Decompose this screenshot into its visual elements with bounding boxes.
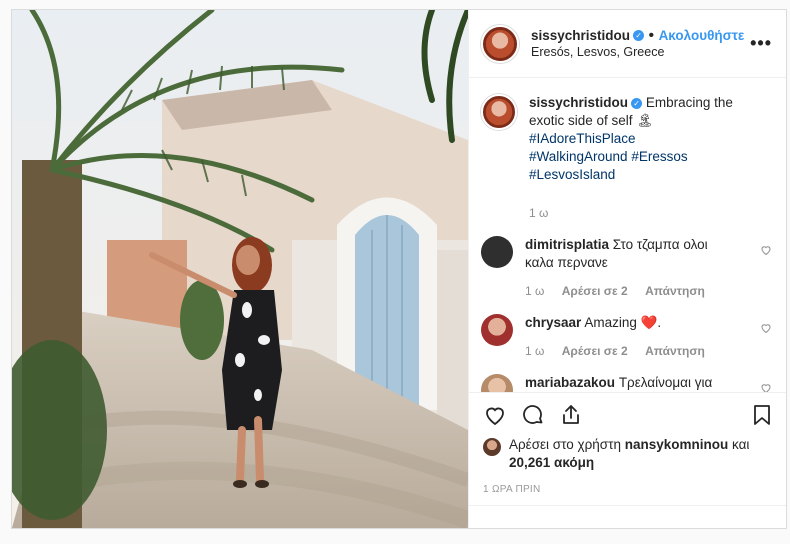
commenter-username[interactable]: chrysaar [525,315,581,330]
post-header: sissychristidou ✓ • Ακολουθήστε Eresós, L… [469,10,786,78]
caption-meta: 1 ω [529,204,734,222]
red-heart-emoji-icon: ❤️ [640,315,658,330]
comment-body: chrysaar Amazing ❤️. 1 ω Αρέσει σε 2 Απά… [525,314,725,360]
comment-body: mariabazakou Τρελαίνομαι για τα μαγιό σο… [525,374,725,392]
posted-time[interactable]: 1 ΩΡΑ ΠΡΙΝ [469,472,786,495]
comment-meta: 1 ω Αρέσει σε 2 Απάντηση [525,342,725,360]
caption: sissychristidou ✓ Embracing the exotic si… [481,94,772,222]
commenter-username[interactable]: mariabazakou [525,375,615,390]
likes-prefix: Αρέσει στο χρήστη [509,437,621,452]
comment-likes-link[interactable]: Αρέσει σε 2 [562,344,628,358]
comment-bubble-icon[interactable] [521,403,545,427]
likes-summary: Αρέσει στο χρήστη nansykomninou και 20,2… [469,436,786,472]
share-icon[interactable] [559,403,583,427]
comment-text: Amazing [584,315,637,330]
commenter-avatar[interactable] [481,314,513,346]
island-emoji-icon: 🏝 [636,113,654,128]
author-avatar[interactable] [481,24,519,63]
add-comment-bar[interactable] [469,505,786,528]
like-comment-heart-icon[interactable] [760,244,772,256]
post-photo-illustration [12,10,468,528]
author-info: sissychristidou ✓ • Ακολουθήστε Eresós, L… [531,27,750,61]
comment-age[interactable]: 1 ω [525,284,544,298]
like-comment-heart-icon[interactable] [760,322,772,334]
comment-item: chrysaar Amazing ❤️. 1 ω Αρέσει σε 2 Απά… [481,314,772,360]
header-separator: • [648,26,655,44]
comment-body: dimitrisplatia Στο τζαμπα ολοι καλα περν… [525,236,725,300]
caption-body: sissychristidou ✓ Embracing the exotic si… [529,94,734,222]
comment-meta: 1 ω Αρέσει σε 2 Απάντηση [525,282,725,300]
commenter-avatar[interactable] [481,236,513,268]
likes-joiner: και [732,437,750,452]
instagram-post: sissychristidou ✓ • Ακολουθήστε Eresós, L… [11,9,787,529]
caption-age[interactable]: 1 ω [529,206,548,220]
more-options-icon[interactable]: ••• [750,33,772,54]
verified-badge-icon: ✓ [631,97,643,109]
bookmark-icon[interactable] [750,403,774,427]
comments-section[interactable]: sissychristidou ✓ Embracing the exotic si… [469,78,786,392]
post-sidebar: sissychristidou ✓ • Ακολουθήστε Eresós, L… [468,10,786,528]
like-heart-icon[interactable] [483,403,507,427]
like-comment-heart-icon[interactable] [760,382,772,392]
post-location[interactable]: Eresós, Lesvos, Greece [531,44,750,61]
hashtag[interactable]: #Eressos [631,149,687,164]
verified-badge-icon: ✓ [633,29,645,41]
liker-username[interactable]: nansykomninou [625,437,729,452]
hashtag[interactable]: #IAdoreThisPlace [529,131,636,146]
comment-likes-link[interactable]: Αρέσει σε 2 [562,284,628,298]
reply-button[interactable]: Απάντηση [645,344,705,358]
author-line: sissychristidou ✓ • Ακολουθήστε [531,27,750,44]
author-username[interactable]: sissychristidou [531,28,630,43]
comment-age[interactable]: 1 ω [525,344,544,358]
likes-text: Αρέσει στο χρήστη nansykomninou και 20,2… [509,436,749,472]
post-photo[interactable] [12,10,468,528]
caption-avatar[interactable] [481,94,517,130]
reply-button[interactable]: Απάντηση [645,284,705,298]
likes-count[interactable]: 20,261 ακόμη [509,455,594,470]
comment-item: mariabazakou Τρελαίνομαι για τα μαγιό σο… [481,374,772,392]
hashtag[interactable]: #LesvosIsland [529,167,615,182]
commenter-avatar[interactable] [481,374,513,392]
hashtag[interactable]: #WalkingAround [529,149,628,164]
commenter-username[interactable]: dimitrisplatia [525,237,609,252]
comment-item: dimitrisplatia Στο τζαμπα ολοι καλα περν… [481,236,772,300]
caption-username[interactable]: sissychristidou [529,95,628,110]
action-bar [469,392,786,436]
follow-button[interactable]: Ακολουθήστε [659,28,745,43]
liker-avatar[interactable] [483,438,501,456]
